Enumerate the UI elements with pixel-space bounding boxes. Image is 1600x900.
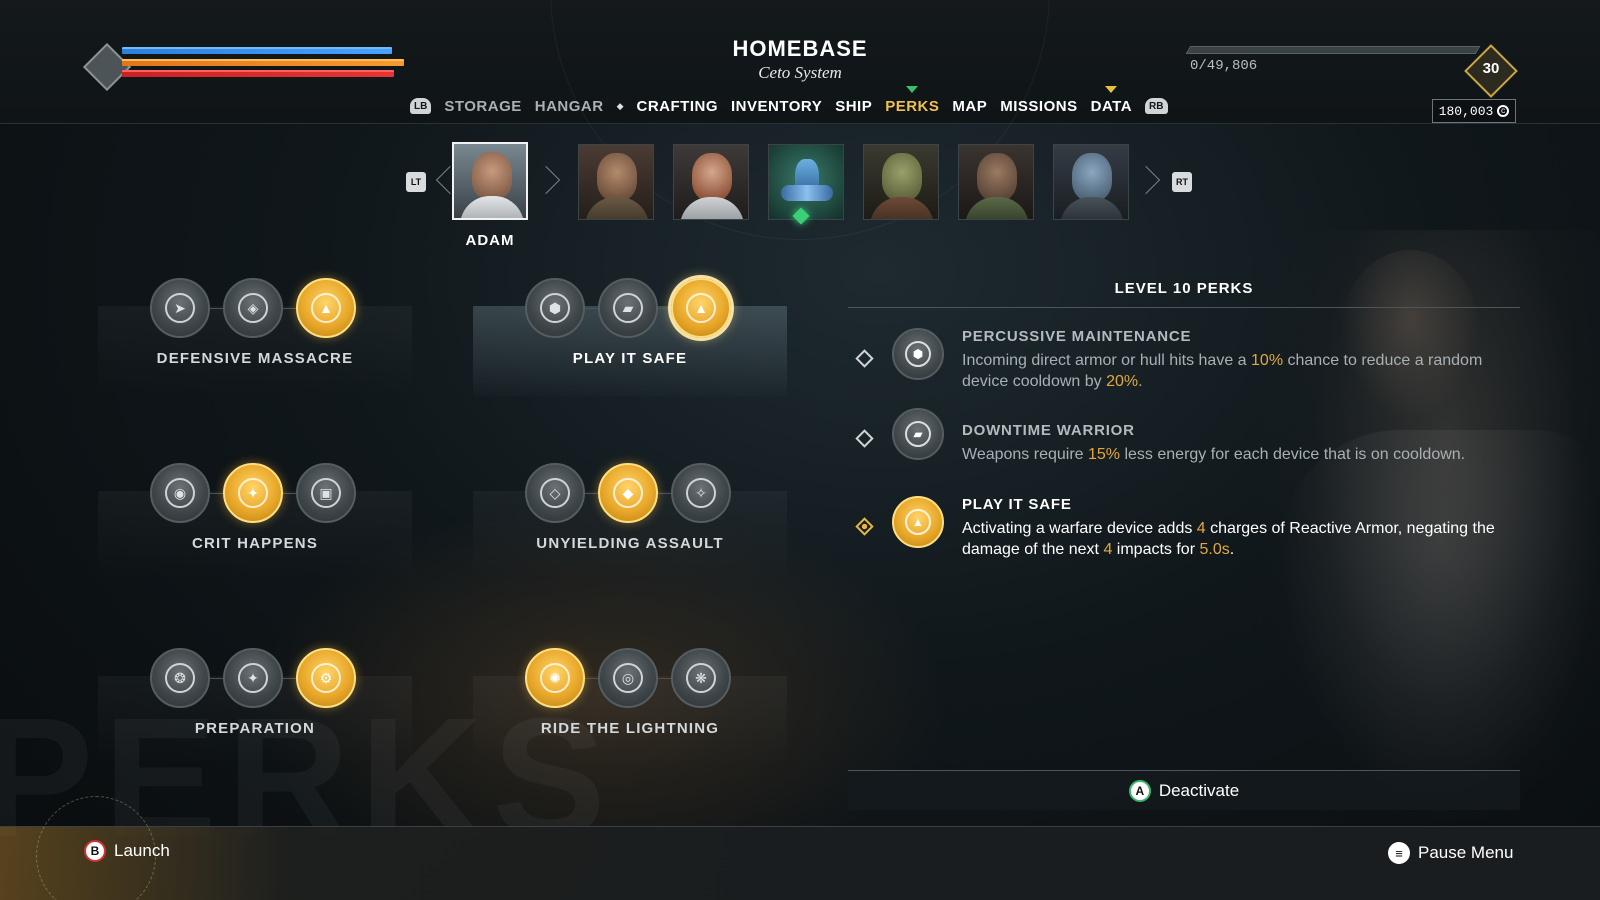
b-button-icon: B (84, 840, 106, 862)
clipboard-icon[interactable]: ▣ (296, 463, 356, 523)
gear-icon[interactable]: ⚙ (296, 648, 356, 708)
diamond-burst-icon[interactable]: ◆ (598, 463, 658, 523)
crew-selector: LT RT ADAM (400, 140, 1200, 250)
sparkle-icon[interactable]: ✦ (223, 648, 283, 708)
perk-option-description: Activating a warfare device adds 4 charg… (962, 520, 1495, 558)
perk-group-name: PREPARATION (194, 720, 316, 737)
selected-diamond-icon (855, 517, 874, 536)
reactive-armor-icon[interactable]: ▲ (296, 278, 356, 338)
rt-button-icon[interactable]: RT (1172, 172, 1192, 192)
top-bar: HOMEBASE Ceto System 0/49,806 30 180,003… (0, 0, 1600, 240)
bottom-bar (0, 826, 1600, 900)
lightning-icon[interactable]: ✺ (525, 648, 585, 708)
nav-crafting[interactable]: CRAFTING (637, 98, 719, 115)
armor-bar (122, 59, 404, 66)
hex-armor-icon[interactable]: ⬢ (525, 278, 585, 338)
unselected-diamond-icon (855, 349, 874, 368)
notification-marker-icon (1105, 85, 1118, 93)
nav-hangar[interactable]: HANGAR (535, 98, 604, 115)
divider (848, 307, 1520, 308)
location-title: HOMEBASE (732, 36, 868, 61)
location-subtitle: Ceto System (758, 63, 842, 82)
reactive-armor-icon: ▲ (892, 496, 944, 548)
nav-map[interactable]: MAP (952, 98, 987, 115)
nav-missions[interactable]: MISSIONS (1000, 98, 1077, 115)
cooldown-icon[interactable]: ◎ (598, 648, 658, 708)
pause-menu-button[interactable]: ≡ Pause Menu (1388, 842, 1513, 864)
xp-text: 0/49,806 (1190, 58, 1258, 74)
perk-group-name: UNYIELDING ASSAULT (536, 535, 724, 552)
deactivate-label: Deactivate (1158, 780, 1240, 800)
perk-option-name: PLAY IT SAFE (962, 496, 1072, 513)
diamond-icon[interactable]: ◇ (525, 463, 585, 523)
credits-value: 180,003 (1438, 103, 1494, 119)
level-value: 30 (1482, 60, 1500, 77)
downtime-icon: ▰ (892, 408, 944, 460)
perk-option-description: Incoming direct armor or hull hits have … (962, 352, 1483, 390)
deactivate-button[interactable]: A Deactivate (848, 770, 1520, 810)
nav-data[interactable]: DATA (1090, 85, 1133, 115)
perk-group-ride-the-lightning: ✺ ◎ ❋ RIDE THE LIGHTNING (473, 648, 787, 768)
chevron-right-icon (531, 165, 561, 195)
crew-portrait-3[interactable] (673, 144, 749, 220)
crew-portrait-2[interactable] (578, 144, 654, 220)
perk-group-name: DEFENSIVE MASSACRE (156, 350, 354, 367)
crew-portrait-ship[interactable] (768, 144, 844, 220)
perk-option-name: DOWNTIME WARRIOR (962, 422, 1135, 439)
lt-button-icon[interactable]: LT (406, 172, 426, 192)
hex-armor-icon: ⬢ (892, 328, 944, 380)
details-heading: LEVEL 10 PERKS (1114, 280, 1254, 297)
crew-portrait-adam[interactable] (452, 142, 528, 220)
selected-crew-name: ADAM (465, 232, 515, 249)
location-header: HOMEBASE Ceto System (640, 36, 960, 83)
hull-bar (122, 70, 394, 77)
perk-option-name: PERCUSSIVE MAINTENANCE (962, 328, 1192, 345)
nav-data-label: DATA (1090, 97, 1133, 115)
rb-button-icon[interactable]: RB (1145, 98, 1168, 114)
nav-perks[interactable]: PERKS (885, 85, 940, 115)
new-marker-icon (906, 85, 919, 93)
perk-group-name: PLAY IT SAFE (572, 350, 688, 367)
starburst-icon[interactable]: ✦ (223, 463, 283, 523)
nav-ship[interactable]: SHIP (835, 98, 872, 115)
menu-button-icon: ≡ (1388, 842, 1410, 864)
lb-button-icon[interactable]: LB (410, 98, 432, 114)
ship-status-bars (82, 42, 412, 92)
perk-group-defensive-massacre: ➤ ◈ ▲ DEFENSIVE MASSACRE (98, 278, 412, 398)
perk-group-crit-happens: ◉ ✦ ▣ CRIT HAPPENS (98, 463, 412, 583)
perk-group-name: RIDE THE LIGHTNING (540, 720, 720, 737)
nav-storage[interactable]: STORAGE (444, 98, 521, 115)
perk-group-play-it-safe: ⬢ ▰ ▲ PLAY IT SAFE (473, 278, 787, 398)
unselected-diamond-icon (855, 429, 874, 448)
crew-portrait-7[interactable] (1053, 144, 1129, 220)
shield-bar (122, 47, 392, 54)
crew-portrait-5[interactable] (863, 144, 939, 220)
experience-bar: 0/49,806 (1185, 44, 1488, 84)
a-button-icon: A (1128, 779, 1151, 802)
nav-separator-icon: ◆ (616, 100, 624, 111)
nav-inventory[interactable]: INVENTORY (731, 98, 822, 115)
launch-button[interactable]: B Launch (84, 840, 170, 862)
perk-group-preparation: ❂ ✦ ⚙ PREPARATION (98, 648, 412, 768)
launch-label: Launch (114, 841, 170, 860)
flower-icon[interactable]: ❋ (671, 648, 731, 708)
credits-display: 180,003 c (1432, 99, 1516, 123)
credits-coin-icon: c (1497, 105, 1510, 117)
diamond-star-icon[interactable]: ✧ (671, 463, 731, 523)
main-nav: LB STORAGE HANGAR ◆ CRAFTING INVENTORY S… (410, 85, 1168, 118)
wheel-icon[interactable]: ❂ (150, 648, 210, 708)
crew-portrait-6[interactable] (958, 144, 1034, 220)
perk-group-name: CRIT HAPPENS (191, 535, 319, 552)
nav-perks-label: PERKS (885, 97, 940, 115)
chevron-right-icon (1131, 165, 1161, 195)
wing-icon[interactable]: ➤ (150, 278, 210, 338)
perk-group-unyielding-assault: ◇ ◆ ✧ UNYIELDING ASSAULT (473, 463, 787, 583)
downtime-icon[interactable]: ▰ (598, 278, 658, 338)
perk-option-description: Weapons require 15% less energy for each… (962, 446, 1466, 463)
xp-track (1185, 46, 1481, 54)
pause-menu-label: Pause Menu (1418, 843, 1514, 862)
reactive-armor-icon[interactable]: ▲ (671, 278, 731, 338)
shield-crest-icon[interactable]: ◈ (223, 278, 283, 338)
target-icon[interactable]: ◉ (150, 463, 210, 523)
